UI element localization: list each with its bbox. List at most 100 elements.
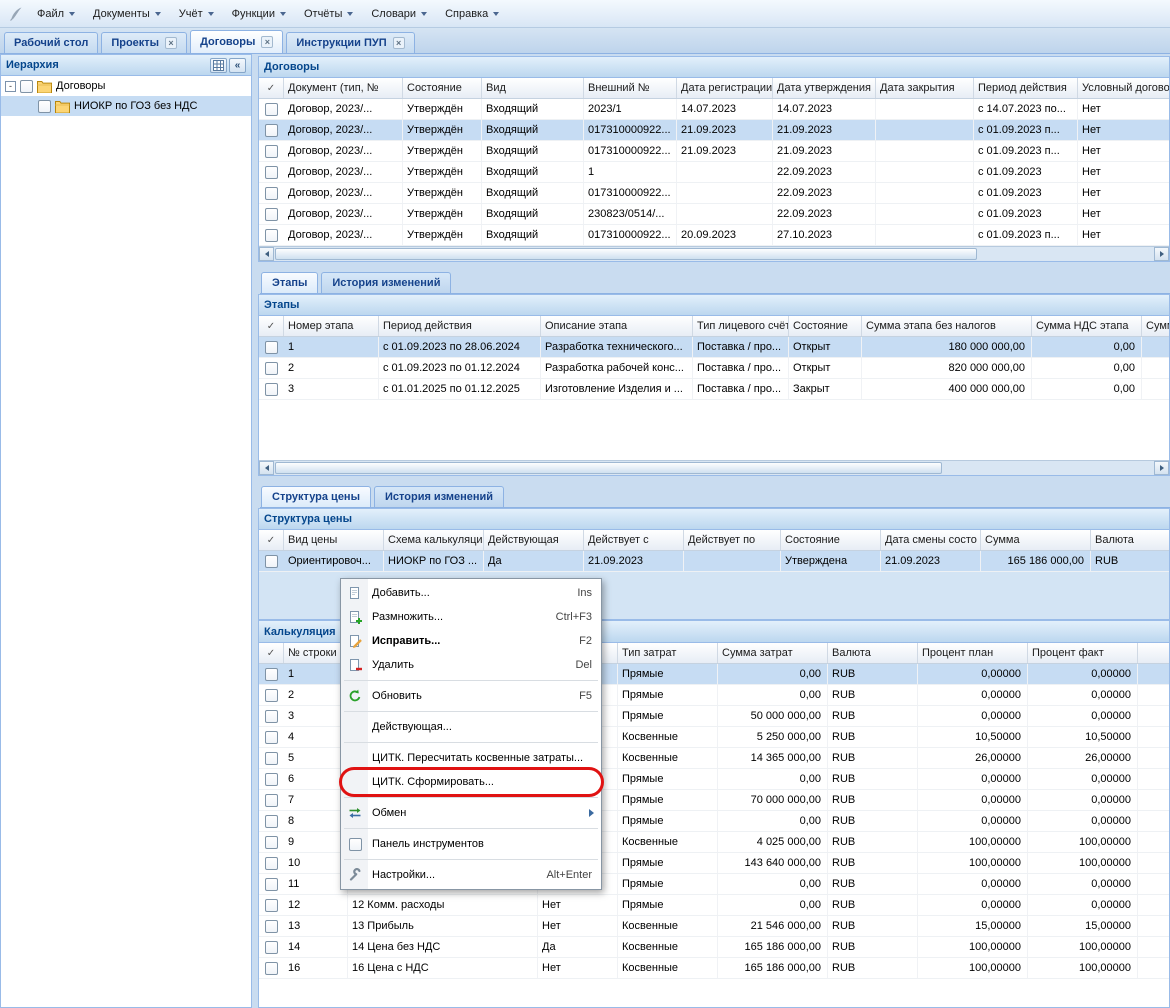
tree-item[interactable]: НИОКР по ГОЗ без НДС [1,96,251,116]
row-checkbox[interactable] [259,358,284,378]
row-checkbox[interactable] [259,811,284,831]
menu-item-citk-recalc[interactable]: ЦИТК. Пересчитать косвенные затраты... [342,746,600,770]
tab-3[interactable]: Инструкции ПУП× [286,32,414,53]
column-header[interactable]: Схема калькуляци [384,530,484,550]
column-header[interactable]: Тип затрат [618,643,718,663]
stages-tab-1[interactable]: История изменений [321,272,451,293]
scroll-right-button[interactable] [1154,461,1169,475]
tab-1[interactable]: Проекты× [101,32,187,53]
column-header[interactable]: Сумма [981,530,1091,550]
menubar-item-2[interactable]: Учёт [170,3,223,25]
row-checkbox[interactable] [259,727,284,747]
row-checkbox[interactable] [259,99,284,119]
scroll-left-button[interactable] [259,247,274,261]
row-checkbox[interactable] [259,916,284,936]
row-checkbox[interactable] [259,551,284,571]
table-row[interactable]: Договор, 2023/...УтверждёнВходящий017310… [259,183,1169,204]
tree-checkbox[interactable] [20,80,33,93]
scroll-right-button[interactable] [1154,247,1169,261]
row-checkbox[interactable] [259,337,284,357]
row-checkbox[interactable] [259,225,284,245]
row-checkbox[interactable] [259,790,284,810]
scroll-thumb[interactable] [275,248,977,260]
column-header[interactable]: Процент план [918,643,1028,663]
row-checkbox[interactable] [259,183,284,203]
table-row[interactable]: Договор, 2023/...УтверждёнВходящий2023/1… [259,99,1169,120]
row-checkbox[interactable] [259,664,284,684]
column-header[interactable]: Вид цены [284,530,384,550]
column-header[interactable]: Дата смены состо [881,530,981,550]
select-all-header[interactable]: ✓ [259,643,284,663]
row-checkbox[interactable] [259,937,284,957]
row-checkbox[interactable] [259,748,284,768]
column-header[interactable]: Действует с [584,530,684,550]
column-header[interactable]: Период действия [379,316,541,336]
stages-tab-0[interactable]: Этапы [261,272,318,293]
stages-hscrollbar[interactable] [259,460,1169,475]
table-row[interactable]: 1313 ПрибыльНетКосвенные21 546 000,00RUB… [259,916,1169,937]
table-row[interactable]: Договор, 2023/...УтверждёнВходящий122.09… [259,162,1169,183]
menu-item-duplicate[interactable]: Размножить...Ctrl+F3 [342,605,600,629]
menu-item-delete[interactable]: УдалитьDel [342,653,600,677]
tree-checkbox[interactable] [38,100,51,113]
scroll-track[interactable] [274,461,1154,475]
contracts-hscrollbar[interactable] [259,246,1169,261]
menu-item-edit[interactable]: Исправить...F2 [342,629,600,653]
tab-close-icon[interactable]: × [165,37,177,49]
menubar-item-4[interactable]: Отчёты [295,3,362,25]
column-header[interactable]: Номер этапа [284,316,379,336]
grid-view-button[interactable] [210,58,227,73]
menu-item-exchange[interactable]: Обмен [342,801,600,825]
column-header[interactable]: Сумм [1142,316,1170,336]
column-header[interactable]: Дата регистрации [677,78,773,98]
column-header[interactable]: Дата закрытия [876,78,974,98]
table-row[interactable]: Договор, 2023/...УтверждёнВходящий230823… [259,204,1169,225]
select-all-header[interactable]: ✓ [259,316,284,336]
column-header[interactable] [1138,643,1170,663]
tab-0[interactable]: Рабочий стол [4,32,98,53]
row-checkbox[interactable] [259,853,284,873]
menu-item-add[interactable]: Добавить...Ins [342,581,600,605]
row-checkbox[interactable] [259,895,284,915]
row-checkbox[interactable] [259,162,284,182]
column-header[interactable]: Период действия [974,78,1078,98]
tree-item[interactable]: -Договоры [1,76,251,96]
column-header[interactable]: Сумма этапа без налогов [862,316,1032,336]
menu-item-active-price[interactable]: Действующая... [342,715,600,739]
column-header[interactable]: Валюта [828,643,918,663]
row-checkbox[interactable] [259,379,284,399]
column-header[interactable]: Состояние [789,316,862,336]
table-row[interactable]: 3с 01.01.2025 по 01.12.2025Изготовление … [259,379,1169,400]
menubar-item-3[interactable]: Функции [223,3,295,25]
table-row[interactable]: 1212 Комм. расходыНетПрямые0,00RUB0,0000… [259,895,1169,916]
column-header[interactable]: Действующая [484,530,584,550]
column-header[interactable]: Условный догово [1078,78,1170,98]
column-header[interactable]: Дата утверждения [773,78,876,98]
tab-close-icon[interactable]: × [393,37,405,49]
row-checkbox[interactable] [259,141,284,161]
menubar-item-0[interactable]: Файл [28,3,84,25]
select-all-header[interactable]: ✓ [259,78,284,98]
column-header[interactable]: Документ (тип, № [284,78,403,98]
column-header[interactable]: Действует по [684,530,781,550]
table-row[interactable]: 1616 Цена с НДСНетКосвенные165 186 000,0… [259,958,1169,979]
row-checkbox[interactable] [259,832,284,852]
row-checkbox[interactable] [259,204,284,224]
table-row[interactable]: Договор, 2023/...УтверждёнВходящий017310… [259,141,1169,162]
row-checkbox[interactable] [259,706,284,726]
column-header[interactable]: Состояние [781,530,881,550]
row-checkbox[interactable] [259,685,284,705]
scroll-track[interactable] [274,247,1154,261]
price-tab-1[interactable]: История изменений [374,486,504,507]
menu-item-settings[interactable]: Настройки...Alt+Enter [342,863,600,887]
menubar-item-5[interactable]: Словари [362,3,436,25]
column-header[interactable]: Внешний № [584,78,677,98]
menu-item-refresh[interactable]: ОбновитьF5 [342,684,600,708]
menu-item-citk-form[interactable]: ЦИТК. Сформировать... [342,770,600,794]
table-row[interactable]: 1с 01.09.2023 по 28.06.2024Разработка те… [259,337,1169,358]
table-row[interactable]: 2с 01.09.2023 по 01.12.2024Разработка ра… [259,358,1169,379]
row-checkbox[interactable] [259,958,284,978]
column-header[interactable]: Вид [482,78,584,98]
column-header[interactable]: Процент факт [1028,643,1138,663]
collapse-panel-button[interactable]: « [229,58,246,73]
